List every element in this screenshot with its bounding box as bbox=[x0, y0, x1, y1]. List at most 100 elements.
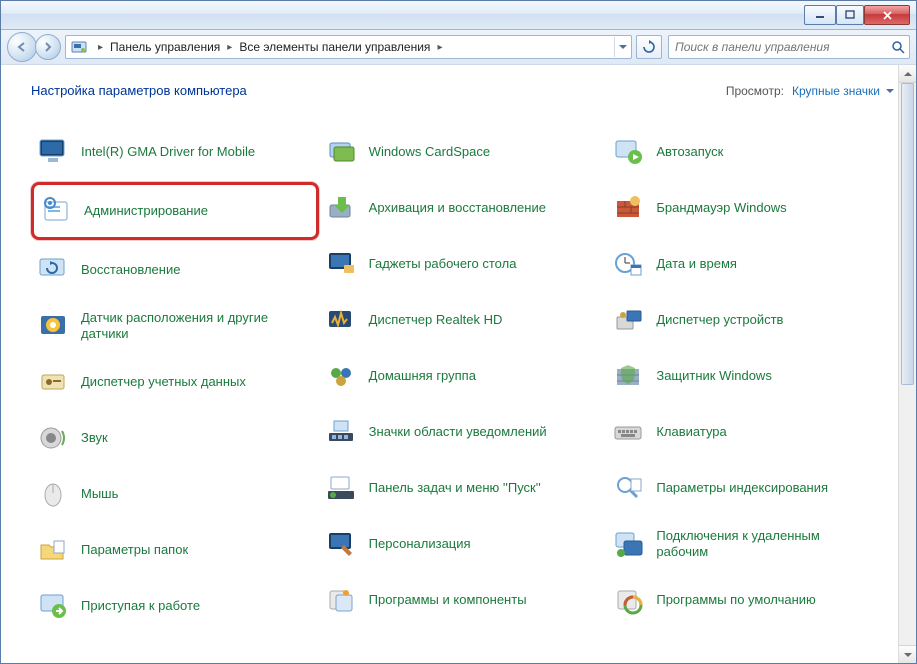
item-label: Приступая к работе bbox=[81, 598, 200, 614]
item-label: Windows CardSpace bbox=[369, 144, 490, 160]
gadgets-icon bbox=[323, 246, 359, 282]
back-button[interactable] bbox=[7, 32, 37, 62]
address-dropdown-button[interactable] bbox=[614, 37, 631, 57]
control-panel-item[interactable]: Домашняя группа bbox=[319, 350, 607, 402]
content-header: Настройка параметров компьютера Просмотр… bbox=[31, 83, 894, 98]
forward-button[interactable] bbox=[35, 34, 61, 60]
search-input[interactable] bbox=[669, 40, 887, 54]
search-box[interactable] bbox=[668, 35, 910, 59]
admin-icon bbox=[38, 193, 74, 229]
item-label: Защитник Windows bbox=[656, 368, 771, 384]
control-panel-item[interactable]: Windows CardSpace bbox=[319, 126, 607, 178]
item-label: Значки области уведомлений bbox=[369, 424, 547, 440]
view-value: Крупные значки bbox=[792, 84, 880, 98]
control-panel-item[interactable]: Клавиатура bbox=[606, 406, 894, 458]
item-label: Персонализация bbox=[369, 536, 471, 552]
control-panel-item[interactable]: Персонализация bbox=[319, 518, 607, 570]
item-label: Автозапуск bbox=[656, 144, 723, 160]
autoplay-icon bbox=[610, 134, 646, 170]
view-dropdown[interactable]: Крупные значки bbox=[792, 84, 894, 98]
item-label: Брандмауэр Windows bbox=[656, 200, 786, 216]
control-panel-item[interactable]: Восстановление bbox=[31, 244, 319, 296]
recovery-icon bbox=[35, 252, 71, 288]
firewall-icon bbox=[610, 190, 646, 226]
item-label: Клавиатура bbox=[656, 424, 726, 440]
indexing-icon bbox=[610, 470, 646, 506]
control-panel-item[interactable]: Программы по умолчанию bbox=[606, 574, 894, 626]
address-bar[interactable]: ▸ Панель управления ▸ Все элементы панел… bbox=[65, 35, 632, 59]
items-column: Windows CardSpace Архивация и восстановле… bbox=[319, 126, 607, 636]
item-label: Архивация и восстановление bbox=[369, 200, 546, 216]
control-panel-item[interactable]: Параметры папок bbox=[31, 524, 319, 576]
item-label: Дата и время bbox=[656, 256, 737, 272]
sensor-icon bbox=[35, 308, 71, 344]
item-label: Параметры индексирования bbox=[656, 480, 828, 496]
realtek-icon bbox=[323, 302, 359, 338]
backup-icon bbox=[323, 190, 359, 226]
content-area: Настройка параметров компьютера Просмотр… bbox=[1, 65, 916, 663]
scroll-up-button[interactable] bbox=[899, 65, 916, 83]
programs-icon bbox=[323, 582, 359, 618]
control-panel-item[interactable]: Подключения к удаленным рабочим bbox=[606, 518, 894, 570]
control-panel-icon bbox=[70, 38, 88, 56]
scroll-down-button[interactable] bbox=[899, 645, 916, 663]
control-panel-item[interactable]: Диспетчер устройств bbox=[606, 294, 894, 346]
item-label: Датчик расположения и другие датчики bbox=[81, 310, 271, 341]
personalize-icon bbox=[323, 526, 359, 562]
control-panel-item[interactable]: Параметры индексирования bbox=[606, 462, 894, 514]
close-button[interactable] bbox=[864, 5, 910, 25]
control-panel-item[interactable]: Гаджеты рабочего стола bbox=[319, 238, 607, 290]
item-label: Подключения к удаленным рабочим bbox=[656, 528, 846, 559]
remote-icon bbox=[610, 526, 646, 562]
item-label: Звук bbox=[81, 430, 108, 446]
item-label: Гаджеты рабочего стола bbox=[369, 256, 517, 272]
item-label: Диспетчер учетных данных bbox=[81, 374, 246, 390]
item-label: Мышь bbox=[81, 486, 118, 502]
item-label: Программы по умолчанию bbox=[656, 592, 815, 608]
page-title: Настройка параметров компьютера bbox=[31, 83, 247, 98]
items-column: Intel(R) GMA Driver for MobileАдминистри… bbox=[31, 126, 319, 636]
control-panel-item[interactable]: Intel(R) GMA Driver for Mobile bbox=[31, 126, 319, 178]
control-panel-item[interactable]: Дата и время bbox=[606, 238, 894, 290]
navigation-bar: ▸ Панель управления ▸ Все элементы панел… bbox=[1, 30, 916, 65]
item-label: Диспетчер устройств bbox=[656, 312, 783, 328]
maximize-button[interactable] bbox=[836, 5, 864, 25]
titlebar bbox=[1, 1, 916, 30]
chevron-down-icon bbox=[886, 89, 894, 93]
breadcrumb-chevron-icon[interactable]: ▸ bbox=[431, 42, 448, 53]
control-panel-item[interactable]: Приступая к работе bbox=[31, 580, 319, 632]
control-panel-item[interactable]: Значки области уведомлений bbox=[319, 406, 607, 458]
control-panel-item[interactable]: Мышь bbox=[31, 468, 319, 520]
homegroup-icon bbox=[323, 358, 359, 394]
control-panel-item[interactable]: Датчик расположения и другие датчики bbox=[31, 300, 319, 352]
control-panel-window: ▸ Панель управления ▸ Все элементы панел… bbox=[0, 0, 917, 664]
taskbar-icon bbox=[323, 470, 359, 506]
nav-arrows bbox=[7, 32, 59, 62]
control-panel-item[interactable]: Диспетчер Realtek HD bbox=[319, 294, 607, 346]
control-panel-item[interactable]: Диспетчер учетных данных bbox=[31, 356, 319, 408]
devmgr-icon bbox=[610, 302, 646, 338]
search-icon[interactable] bbox=[887, 37, 909, 57]
items-column: Автозапуск Брандмауэр Windows Дата и время… bbox=[606, 126, 894, 636]
control-panel-item[interactable]: Программы и компоненты bbox=[319, 574, 607, 626]
minimize-button[interactable] bbox=[804, 5, 836, 25]
control-panel-item[interactable]: Защитник Windows bbox=[606, 350, 894, 402]
control-panel-item[interactable]: Звук bbox=[31, 412, 319, 464]
breadcrumb-item[interactable]: Все элементы панели управления bbox=[238, 40, 431, 54]
sound-icon bbox=[35, 420, 71, 456]
breadcrumb-chevron-icon[interactable]: ▸ bbox=[221, 42, 238, 53]
control-panel-item[interactable]: Администрирование bbox=[31, 182, 319, 240]
credentials-icon bbox=[35, 364, 71, 400]
refresh-button[interactable] bbox=[636, 35, 662, 59]
scroll-thumb[interactable] bbox=[901, 83, 914, 385]
breadcrumb-chevron-icon[interactable]: ▸ bbox=[92, 42, 109, 53]
control-panel-item[interactable]: Панель задач и меню ''Пуск'' bbox=[319, 462, 607, 514]
item-label: Программы и компоненты bbox=[369, 592, 527, 608]
item-label: Домашняя группа bbox=[369, 368, 476, 384]
control-panel-item[interactable]: Архивация и восстановление bbox=[319, 182, 607, 234]
vertical-scrollbar[interactable] bbox=[898, 65, 916, 663]
control-panel-item[interactable]: Автозапуск bbox=[606, 126, 894, 178]
breadcrumb-item[interactable]: Панель управления bbox=[109, 40, 221, 54]
keyboard-icon bbox=[610, 414, 646, 450]
control-panel-item[interactable]: Брандмауэр Windows bbox=[606, 182, 894, 234]
